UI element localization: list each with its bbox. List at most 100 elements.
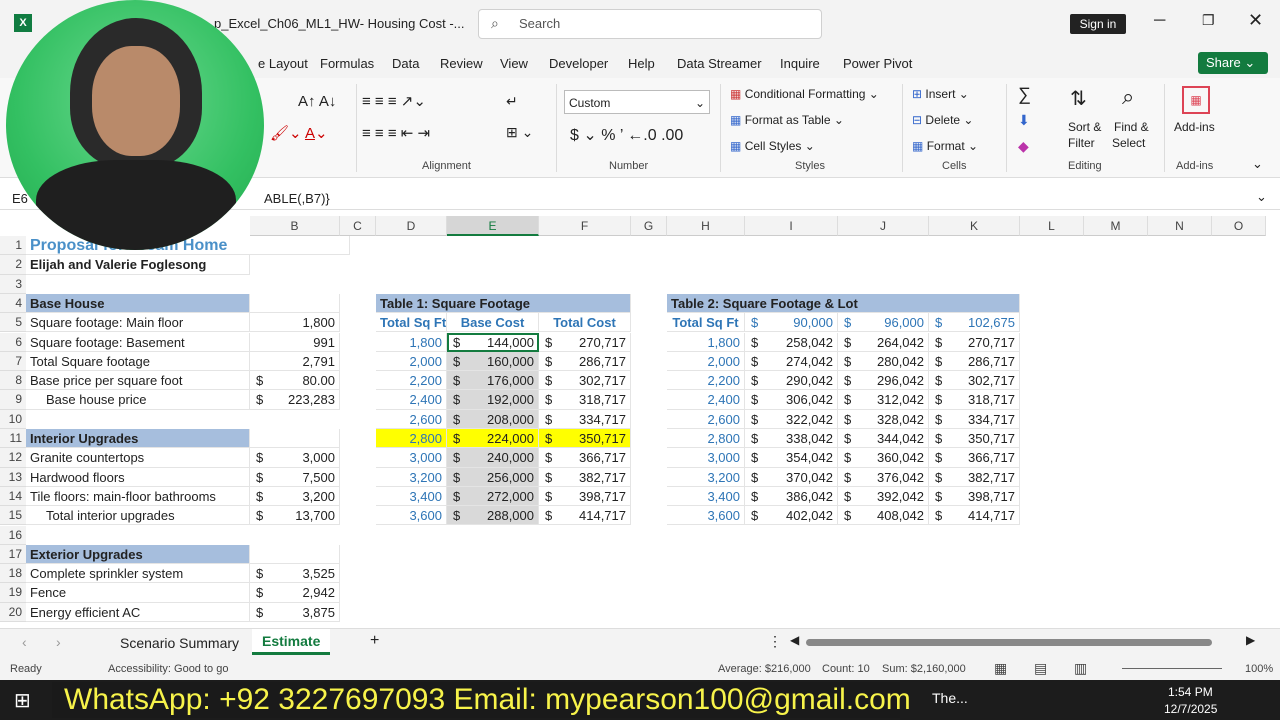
scroll-right-icon[interactable]: ▶ bbox=[1246, 633, 1255, 647]
value-cell[interactable]: $80.00 bbox=[250, 371, 340, 391]
delete-button[interactable]: ⊟ Delete ⌄ bbox=[912, 113, 973, 127]
table2-value[interactable]: $350,717 bbox=[929, 429, 1020, 449]
wrap-text-icon[interactable]: ↵ bbox=[506, 93, 518, 110]
column-header-n[interactable]: N bbox=[1148, 216, 1212, 236]
name-box[interactable]: E6 bbox=[12, 191, 28, 206]
tab-review[interactable]: Review bbox=[440, 56, 483, 71]
minimize-icon[interactable]: ─ bbox=[1154, 12, 1165, 30]
table1-base-cost[interactable]: $144,000 bbox=[447, 332, 539, 352]
tab-view[interactable]: View bbox=[500, 56, 528, 71]
table1-base-cost[interactable]: $176,000 bbox=[447, 371, 539, 391]
tab-help[interactable]: Help bbox=[628, 56, 655, 71]
tab-data-streamer[interactable]: Data Streamer bbox=[677, 56, 762, 71]
table2-value[interactable]: $334,717 bbox=[929, 409, 1020, 429]
table2-value[interactable]: $370,042 bbox=[745, 467, 838, 487]
section-header[interactable]: Base House bbox=[26, 293, 250, 314]
value-cell[interactable]: $3,000 bbox=[250, 448, 340, 468]
collapse-ribbon-icon[interactable]: ⌄ bbox=[1252, 156, 1263, 172]
table1-sqft[interactable]: 3,200 bbox=[376, 467, 447, 487]
value-cell[interactable]: 991 bbox=[250, 332, 340, 352]
tab-page-layout[interactable]: e Layout bbox=[258, 56, 308, 71]
currency-icon[interactable]: $ ⌄ % ’ ←.0 .00 bbox=[570, 125, 683, 145]
column-header-g[interactable]: G bbox=[631, 216, 667, 236]
table2-sqft[interactable]: 2,800 bbox=[667, 429, 745, 449]
table1-total-cost[interactable]: $286,717 bbox=[539, 351, 631, 372]
table1-total-cost[interactable]: $302,717 bbox=[539, 371, 631, 391]
share-button[interactable]: Share ⌄ bbox=[1198, 52, 1268, 74]
table2-value[interactable]: $360,042 bbox=[838, 448, 929, 468]
section-header[interactable]: Interior Upgrades bbox=[26, 429, 250, 449]
horizontal-scrollbar[interactable] bbox=[806, 639, 1212, 646]
table1-total-cost[interactable]: $414,717 bbox=[539, 506, 631, 526]
value-cell[interactable]: $223,283 bbox=[250, 390, 340, 410]
value-cell[interactable]: 1,800 bbox=[250, 313, 340, 333]
table2-value[interactable]: $306,042 bbox=[745, 390, 838, 410]
spreadsheet-grid[interactable]: BCDEFGHIJKLMNO1Proposal for Dream Home2E… bbox=[0, 216, 1266, 628]
tab-developer[interactable]: Developer bbox=[549, 56, 608, 71]
cell[interactable] bbox=[250, 429, 340, 449]
column-header-k[interactable]: K bbox=[929, 216, 1020, 236]
table1-base-cost[interactable]: $240,000 bbox=[447, 448, 539, 468]
row-header[interactable]: 20 bbox=[0, 602, 26, 622]
value-cell[interactable]: 2,791 bbox=[250, 351, 340, 372]
table2-sqft[interactable]: 1,800 bbox=[667, 332, 745, 352]
close-icon[interactable]: ✕ bbox=[1248, 10, 1263, 31]
table1-base-cost[interactable]: $192,000 bbox=[447, 390, 539, 410]
table2-value[interactable]: $376,042 bbox=[838, 467, 929, 487]
row-header[interactable]: 14 bbox=[0, 486, 26, 507]
value-cell[interactable]: $3,875 bbox=[250, 602, 340, 622]
table1-sqft[interactable]: 1,800 bbox=[376, 332, 447, 352]
row-header[interactable]: 12 bbox=[0, 448, 26, 468]
find-select-icon[interactable]: ⌕ bbox=[1122, 84, 1134, 110]
table2-sqft[interactable]: 2,200 bbox=[667, 371, 745, 391]
tab-power-pivot[interactable]: Power Pivot bbox=[843, 56, 912, 71]
table1-total-cost[interactable]: $318,717 bbox=[539, 390, 631, 410]
table2-value[interactable]: $312,042 bbox=[838, 390, 929, 410]
table2-lot-value[interactable]: $96,000 bbox=[838, 313, 929, 333]
column-header-l[interactable]: L bbox=[1020, 216, 1084, 236]
value-cell[interactable]: $3,525 bbox=[250, 564, 340, 584]
row-header[interactable]: 2 bbox=[0, 255, 26, 275]
label-cell[interactable]: Granite countertops bbox=[26, 448, 250, 468]
table2-value[interactable]: $274,042 bbox=[745, 351, 838, 372]
table2-sqft[interactable]: 2,000 bbox=[667, 351, 745, 372]
conditional-formatting-button[interactable]: ▦ Conditional Formatting ⌄ bbox=[730, 87, 879, 101]
align-left-icons[interactable]: ≡ ≡ ≡ ⇤ ⇥ bbox=[362, 124, 430, 142]
label-cell[interactable]: Total interior upgrades bbox=[26, 506, 250, 526]
tab-estimate[interactable]: Estimate bbox=[252, 629, 331, 655]
formula-input[interactable]: ABLE(,B7)} bbox=[264, 191, 330, 206]
row-header[interactable]: 18 bbox=[0, 564, 26, 584]
table2-value[interactable]: $270,717 bbox=[929, 332, 1020, 352]
sort-filter-label2[interactable]: Filter bbox=[1068, 136, 1095, 150]
table2-sqft[interactable]: 3,600 bbox=[667, 506, 745, 526]
column-header-i[interactable]: I bbox=[745, 216, 838, 236]
table2-sqft[interactable]: 2,400 bbox=[667, 390, 745, 410]
label-cell[interactable]: Hardwood floors bbox=[26, 467, 250, 487]
table1-sqft[interactable]: 2,400 bbox=[376, 390, 447, 410]
table1-total-cost[interactable]: $382,717 bbox=[539, 467, 631, 487]
table1-sqft[interactable]: 2,000 bbox=[376, 351, 447, 372]
tab-data[interactable]: Data bbox=[392, 56, 419, 71]
column-header-f[interactable]: F bbox=[539, 216, 631, 236]
find-select-label2[interactable]: Select bbox=[1112, 136, 1145, 150]
table2-value[interactable]: $318,717 bbox=[929, 390, 1020, 410]
cell[interactable] bbox=[250, 544, 340, 565]
table2-lot-value[interactable]: $90,000 bbox=[745, 313, 838, 333]
prev-sheet-icon[interactable]: ‹ bbox=[22, 634, 27, 650]
table1-total-cost[interactable]: $398,717 bbox=[539, 486, 631, 507]
table2-value[interactable]: $344,042 bbox=[838, 429, 929, 449]
windows-start-icon[interactable]: ⊞ bbox=[14, 688, 31, 713]
table1-sqft[interactable]: 2,600 bbox=[376, 409, 447, 429]
value-cell[interactable]: $3,200 bbox=[250, 486, 340, 507]
column-header-o[interactable]: O bbox=[1212, 216, 1266, 236]
table2-value[interactable]: $264,042 bbox=[838, 332, 929, 352]
add-ins-label[interactable]: Add-ins bbox=[1174, 120, 1215, 134]
sort-filter-label[interactable]: Sort & bbox=[1068, 120, 1101, 134]
page-break-icon[interactable]: ▥ bbox=[1074, 660, 1087, 677]
table2-value[interactable]: $382,717 bbox=[929, 467, 1020, 487]
table2-value[interactable]: $322,042 bbox=[745, 409, 838, 429]
row-header[interactable]: 13 bbox=[0, 467, 26, 487]
table1-total-cost[interactable]: $366,717 bbox=[539, 448, 631, 468]
table1-header[interactable]: Total Sq Ft bbox=[376, 313, 447, 333]
table1-sqft[interactable]: 2,200 bbox=[376, 371, 447, 391]
